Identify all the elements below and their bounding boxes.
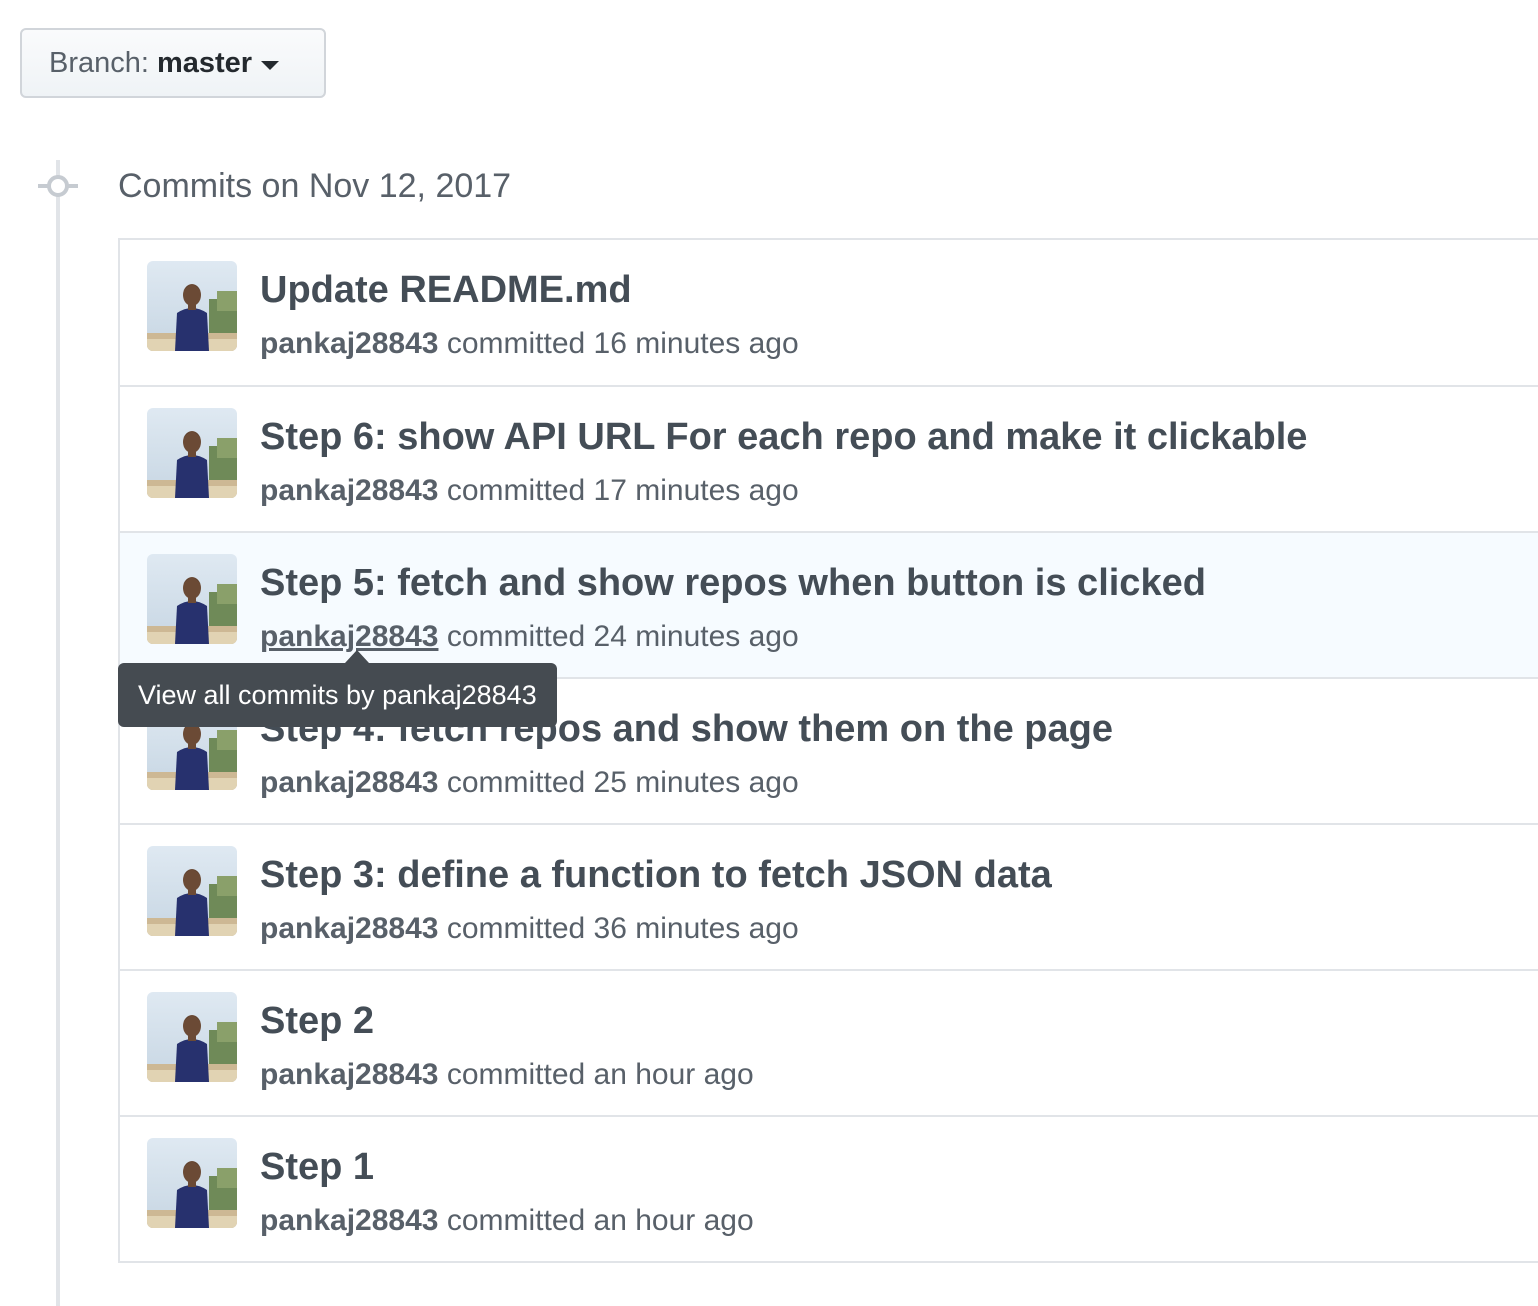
commit-meta: pankaj28843 committed 25 minutes ago — [260, 763, 799, 803]
commit-verb: committed — [446, 620, 586, 653]
avatar[interactable] — [147, 992, 237, 1082]
commit-message-link[interactable]: Step 3: define a function to fetch JSON … — [260, 851, 1052, 899]
commit-verb: committed — [446, 1058, 586, 1091]
commit-author-link[interactable]: pankaj28843 — [260, 474, 438, 507]
commits-page: Branch: master Commits on Nov 12, 2017 U… — [0, 0, 1538, 1306]
commit-time: 16 minutes ago — [593, 327, 799, 360]
triangle-down-icon — [261, 60, 280, 70]
commit-group-title: Commits on Nov 12, 2017 — [118, 167, 512, 205]
commit-time: 25 minutes ago — [593, 766, 799, 799]
commit-row[interactable]: Step 3: define a function to fetch JSON … — [120, 823, 1538, 969]
avatar[interactable] — [147, 846, 237, 936]
commits-list: Update README.md pankaj28843 committed 1… — [118, 238, 1538, 1263]
commit-row[interactable]: Step 6: show API URL For each repo and m… — [120, 385, 1538, 531]
commit-time: an hour ago — [593, 1058, 754, 1091]
commit-verb: committed — [446, 912, 586, 945]
commit-time: 17 minutes ago — [593, 474, 799, 507]
commit-message-link[interactable]: Step 1 — [260, 1143, 374, 1191]
commit-time: an hour ago — [593, 1204, 754, 1237]
commit-verb: committed — [446, 766, 586, 799]
commit-author-link[interactable]: pankaj28843 — [260, 1204, 438, 1237]
commit-meta: pankaj28843 committed 17 minutes ago — [260, 471, 799, 511]
commit-verb: committed — [446, 327, 586, 360]
commit-row[interactable]: Step 2 pankaj28843 committed an hour ago — [120, 969, 1538, 1115]
commit-message-link[interactable]: Step 2 — [260, 997, 374, 1045]
commit-meta: pankaj28843 committed an hour ago — [260, 1055, 754, 1095]
git-commit-icon — [38, 175, 78, 197]
commit-time: 36 minutes ago — [593, 912, 799, 945]
commit-meta: pankaj28843 committed 24 minutes ago — [260, 617, 799, 657]
avatar[interactable] — [147, 408, 237, 498]
branch-name: master — [156, 46, 253, 79]
commit-author-link[interactable]: pankaj28843 — [260, 912, 438, 945]
branch-label: Branch: — [49, 46, 149, 79]
commit-verb: committed — [446, 1204, 586, 1237]
tooltip-arrow — [345, 650, 369, 663]
branch-selector-button[interactable]: Branch: master — [20, 28, 326, 98]
commit-message-link[interactable]: Update README.md — [260, 266, 632, 314]
author-tooltip: View all commits by pankaj28843 — [118, 663, 557, 727]
commit-verb: committed — [446, 474, 586, 507]
commit-author-link[interactable]: pankaj28843 — [260, 766, 438, 799]
commit-author-link[interactable]: pankaj28843 — [260, 327, 438, 360]
commit-author-link[interactable]: pankaj28843 — [260, 620, 438, 653]
commit-row[interactable]: Step 1 pankaj28843 committed an hour ago — [120, 1115, 1538, 1261]
avatar[interactable] — [147, 261, 237, 351]
avatar[interactable] — [147, 1138, 237, 1228]
commit-message-link[interactable]: Step 5: fetch and show repos when button… — [260, 559, 1206, 607]
commit-row[interactable]: Update README.md pankaj28843 committed 1… — [120, 240, 1538, 385]
commit-meta: pankaj28843 committed an hour ago — [260, 1201, 754, 1241]
commit-row[interactable]: Step 5: fetch and show repos when button… — [120, 531, 1538, 677]
commit-meta: pankaj28843 committed 16 minutes ago — [260, 324, 799, 364]
timeline-line — [56, 160, 60, 1306]
commit-meta: pankaj28843 committed 36 minutes ago — [260, 909, 799, 949]
commit-message-link[interactable]: Step 6: show API URL For each repo and m… — [260, 413, 1307, 461]
avatar[interactable] — [147, 554, 237, 644]
commit-time: 24 minutes ago — [593, 620, 799, 653]
commit-author-link[interactable]: pankaj28843 — [260, 1058, 438, 1091]
